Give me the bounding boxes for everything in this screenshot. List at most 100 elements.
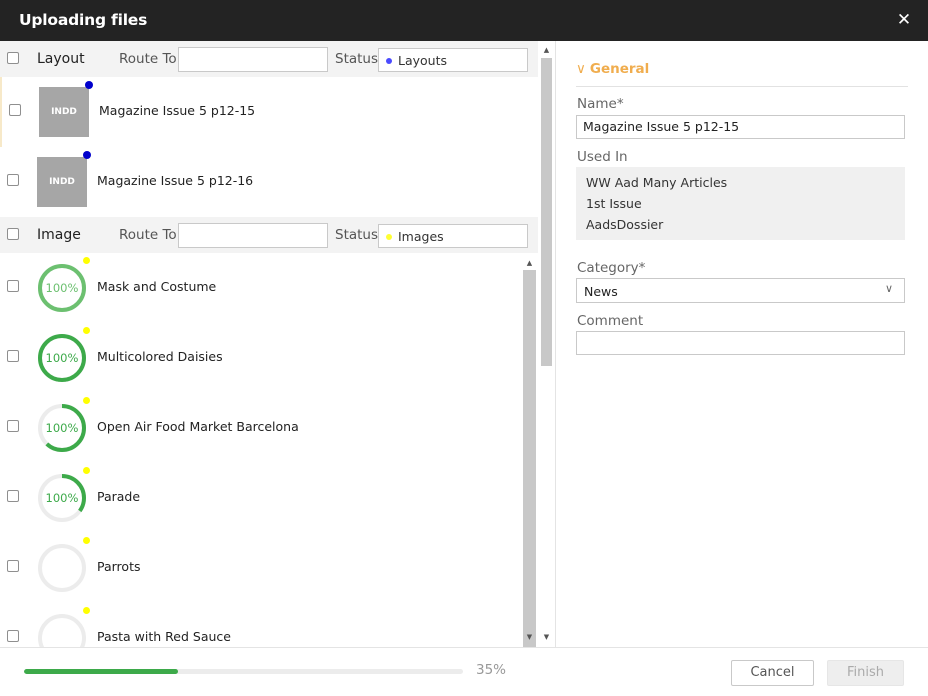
progress-ring-track: [38, 614, 86, 647]
list-item[interactable]: 100% Open Air Food Market Barcelona: [0, 393, 538, 463]
scroll-up-arrow-icon[interactable]: ▲: [538, 44, 555, 56]
status-indicator-dot: [83, 467, 90, 474]
status-indicator-dot: [83, 327, 90, 334]
row-checkbox[interactable]: [7, 420, 19, 432]
progress-ring-label: 100%: [46, 491, 79, 505]
category-value: News: [584, 284, 618, 299]
finish-button[interactable]: Finish: [827, 660, 904, 686]
category-select[interactable]: News ∨: [576, 278, 905, 303]
section-title: General: [589, 61, 650, 77]
status-indicator-dot: [83, 607, 90, 614]
chevron-down-icon: ∨: [885, 282, 894, 295]
cancel-button[interactable]: Cancel: [731, 660, 814, 686]
status-select[interactable]: Layouts: [378, 48, 528, 72]
row-checkbox[interactable]: [7, 560, 19, 572]
upload-progress-ring: 100%: [38, 334, 86, 382]
used-in-item: AadsDossier: [586, 217, 664, 232]
status-label: Status: [335, 51, 379, 67]
group-select-all-checkbox[interactable]: [7, 52, 19, 64]
row-checkbox[interactable]: [7, 630, 19, 642]
file-name: Magazine Issue 5 p12-16: [97, 173, 254, 188]
group-header-image: Image Route To Status Images: [0, 217, 538, 253]
category-label: Category*: [577, 260, 646, 276]
image-list-scrollbar[interactable]: ▲ ▼: [521, 255, 538, 647]
section-divider: [576, 86, 908, 87]
list-item[interactable]: INDD Magazine Issue 5 p12-15: [0, 77, 538, 147]
close-icon[interactable]: ✕: [894, 10, 914, 30]
progress-ring-track: [38, 544, 86, 592]
status-label: Status: [335, 227, 379, 243]
upload-progress-bar: [24, 669, 463, 674]
used-in-item: 1st Issue: [586, 196, 642, 211]
panel-scrollbar[interactable]: ▲ ▼: [538, 41, 555, 647]
row-checkbox[interactable]: [9, 104, 21, 116]
scrollbar-thumb[interactable]: [523, 270, 536, 647]
indd-file-icon: INDD: [39, 87, 89, 137]
used-in-item: WW Aad Many Articles: [586, 175, 728, 190]
scroll-up-arrow-icon[interactable]: ▲: [521, 257, 538, 269]
upload-progress-ring: 100%: [38, 474, 86, 522]
list-item[interactable]: INDD Magazine Issue 5 p12-16: [0, 147, 538, 217]
row-checkbox[interactable]: [7, 490, 19, 502]
indd-file-icon: INDD: [37, 157, 87, 207]
status-indicator-dot: [83, 151, 91, 159]
status-value: Images: [398, 229, 444, 244]
progress-ring-label: 100%: [46, 351, 79, 365]
file-name: Open Air Food Market Barcelona: [97, 419, 299, 434]
file-name: Mask and Costume: [97, 279, 217, 294]
comment-label: Comment: [577, 313, 644, 329]
upload-progress-percent: 35%: [476, 662, 507, 678]
status-indicator-dot: [85, 81, 93, 89]
comment-field[interactable]: [576, 331, 905, 355]
row-checkbox[interactable]: [7, 280, 19, 292]
status-value: Layouts: [398, 53, 448, 68]
dialog-titlebar: Uploading files ✕: [0, 0, 928, 41]
group-select-all-checkbox[interactable]: [7, 228, 19, 240]
upload-progress-ring: 100%: [38, 404, 86, 452]
name-field[interactable]: Magazine Issue 5 p12-15: [576, 115, 905, 139]
list-item[interactable]: Parrots: [0, 533, 538, 603]
progress-ring-label: 100%: [46, 281, 79, 295]
section-general-toggle[interactable]: ∨ General: [576, 61, 649, 77]
route-to-input[interactable]: [178, 47, 328, 72]
file-name: Pasta with Red Sauce: [97, 629, 231, 644]
file-name: Parade: [97, 489, 141, 504]
list-item[interactable]: 100% Mask and Costume: [0, 253, 538, 323]
list-item[interactable]: 100% Multicolored Daisies: [0, 323, 538, 393]
status-indicator-dot: [83, 537, 90, 544]
file-name: Multicolored Daisies: [97, 349, 223, 364]
used-in-label: Used In: [577, 149, 628, 165]
status-indicator-dot: [83, 257, 90, 264]
upload-progress-ring: 100%: [38, 264, 86, 312]
status-color-dot: [386, 58, 392, 64]
scrollbar-thumb[interactable]: [541, 58, 552, 366]
status-color-dot: [386, 234, 392, 240]
list-item[interactable]: Pasta with Red Sauce: [0, 603, 538, 647]
upload-progress-ring: [38, 544, 86, 592]
group-name: Image: [37, 227, 81, 243]
status-indicator-dot: [83, 397, 90, 404]
route-to-label: Route To: [119, 227, 177, 243]
dialog-title: Uploading files: [19, 11, 148, 29]
status-select[interactable]: Images: [378, 224, 528, 248]
scroll-down-arrow-icon[interactable]: ▼: [538, 631, 555, 643]
upload-progress-ring: [38, 614, 86, 647]
upload-list-panel: Layout Route To Status Layouts INDD Maga…: [0, 41, 556, 647]
group-header-layout: Layout Route To Status Layouts: [0, 41, 538, 77]
dialog-footer: 35% Cancel Finish: [0, 647, 928, 696]
name-label: Name*: [577, 96, 624, 112]
group-name: Layout: [37, 51, 85, 67]
chevron-down-icon: ∨: [576, 61, 586, 77]
row-checkbox[interactable]: [7, 350, 19, 362]
scroll-down-arrow-icon[interactable]: ▼: [521, 631, 538, 643]
list-item[interactable]: 100% Parade: [0, 463, 538, 533]
row-checkbox[interactable]: [7, 174, 19, 186]
route-to-label: Route To: [119, 51, 177, 67]
route-to-input[interactable]: [178, 223, 328, 248]
used-in-list: WW Aad Many Articles 1st Issue AadsDossi…: [576, 167, 905, 240]
file-name: Magazine Issue 5 p12-15: [99, 103, 256, 118]
file-name: Parrots: [97, 559, 141, 574]
progress-ring-label: 100%: [46, 421, 79, 435]
details-panel: ∨ General Name* Magazine Issue 5 p12-15 U…: [557, 41, 928, 647]
upload-progress-fill: [24, 669, 178, 674]
